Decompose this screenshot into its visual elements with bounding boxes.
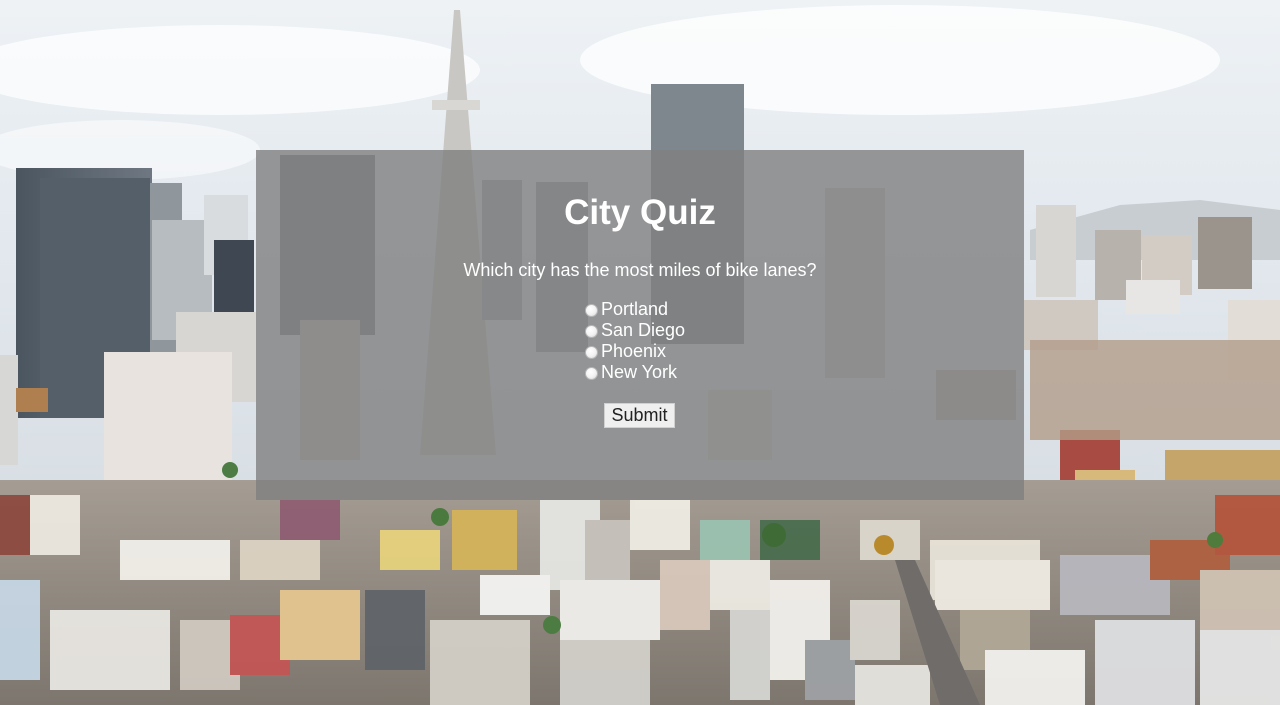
quiz-question: Which city has the most miles of bike la… (463, 260, 817, 280)
radio-button[interactable] (585, 325, 598, 338)
option-label: Portland (601, 299, 669, 319)
option-portland[interactable]: Portland (585, 299, 685, 320)
radio-button[interactable] (585, 346, 598, 359)
radio-button[interactable] (585, 367, 598, 380)
quiz-page: City Quiz Which city has the most miles … (0, 0, 1280, 705)
answer-options: Portland San Diego Phoenix New York (585, 299, 685, 383)
quiz-panel: City Quiz Which city has the most miles … (256, 150, 1024, 500)
radio-button[interactable] (585, 304, 598, 317)
option-phoenix[interactable]: Phoenix (585, 341, 685, 362)
option-label: San Diego (601, 320, 686, 340)
quiz-title: City Quiz (564, 193, 716, 232)
option-new-york[interactable]: New York (585, 362, 685, 383)
submit-button[interactable]: Submit (604, 403, 675, 428)
option-san-diego[interactable]: San Diego (585, 320, 685, 341)
option-label: Phoenix (601, 341, 667, 361)
option-label: New York (601, 362, 678, 382)
